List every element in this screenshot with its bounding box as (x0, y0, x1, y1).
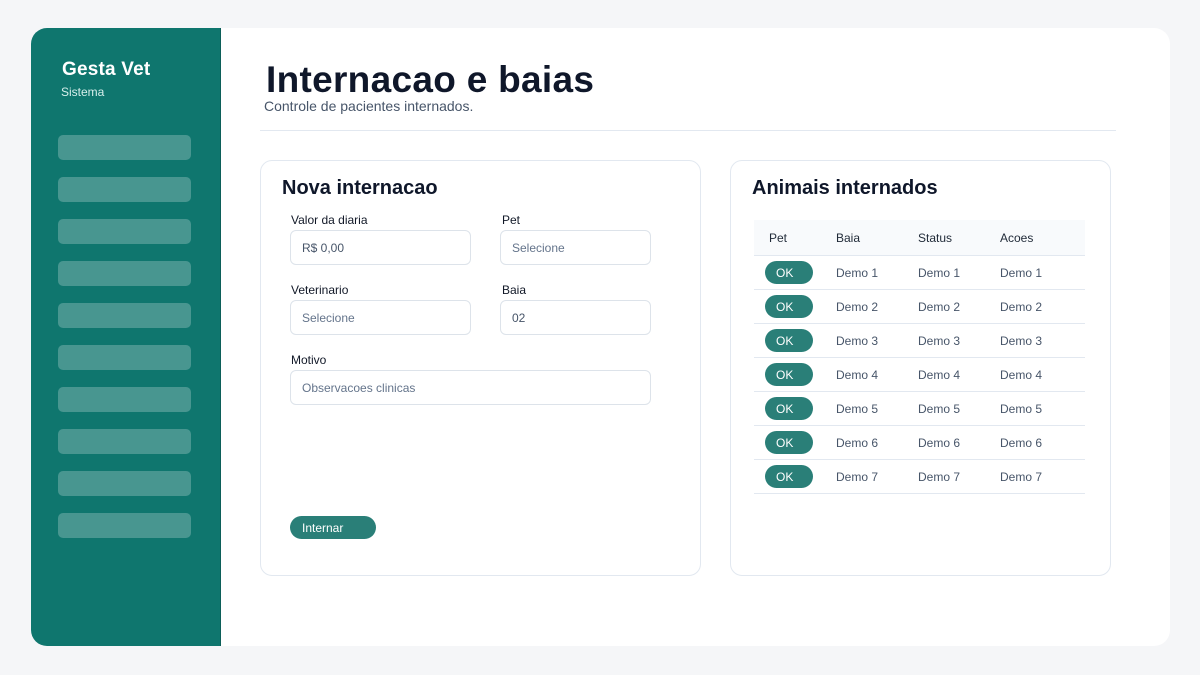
cell-baia: Demo 6 (836, 435, 879, 450)
baia-label: Baia (502, 283, 527, 297)
cell-acoes: Demo 7 (1000, 469, 1043, 484)
ok-button[interactable]: OK (765, 363, 813, 386)
col-header-baia: Baia (836, 230, 861, 245)
motivo-input[interactable] (290, 370, 651, 405)
ok-button[interactable]: OK (765, 261, 813, 284)
cell-pet: OK (754, 397, 836, 420)
valor-label: Valor da diaria (291, 213, 368, 227)
cell-pet: OK (754, 329, 836, 352)
internar-button[interactable]: Internar (290, 516, 376, 539)
veterinario-select[interactable] (290, 300, 471, 335)
table-row: OK Demo 4 Demo 4 Demo 4 (754, 358, 1085, 392)
app-window: Gesta Vet Sistema Internacao e baias Con… (31, 28, 1170, 646)
cell-status: Demo 6 (918, 435, 961, 450)
hospitalized-table: Pet Baia Status Acoes OK Demo 1 Demo 1 D… (754, 220, 1085, 494)
sidebar-divider (220, 28, 221, 646)
cell-baia: Demo 3 (836, 333, 879, 348)
sidebar-item-2[interactable] (58, 177, 191, 202)
brand-name: Gesta Vet (62, 59, 151, 80)
col-header-acoes: Acoes (1000, 230, 1034, 245)
form-title: Nova internacao (282, 177, 438, 199)
ok-button[interactable]: OK (765, 295, 813, 318)
pet-select[interactable] (500, 230, 651, 265)
ok-button[interactable]: OK (765, 431, 813, 454)
sidebar-item-8[interactable] (58, 429, 191, 454)
sidebar-item-10[interactable] (58, 513, 191, 538)
cell-status: Demo 4 (918, 367, 961, 382)
cell-pet: OK (754, 295, 836, 318)
cell-baia: Demo 7 (836, 469, 879, 484)
sidebar-nav (58, 135, 191, 555)
cell-baia: Demo 1 (836, 265, 879, 280)
cell-acoes: Demo 3 (1000, 333, 1043, 348)
sidebar-item-1[interactable] (58, 135, 191, 160)
valor-diaria-input[interactable] (290, 230, 471, 265)
vet-label: Veterinario (291, 283, 349, 297)
cell-acoes: Demo 2 (1000, 299, 1043, 314)
cell-status: Demo 3 (918, 333, 961, 348)
ok-button[interactable]: OK (765, 465, 813, 488)
cell-pet: OK (754, 261, 836, 284)
cell-status: Demo 2 (918, 299, 961, 314)
page-subtitle: Controle de pacientes internados. (264, 98, 474, 114)
table-row: OK Demo 6 Demo 6 Demo 6 (754, 426, 1085, 460)
cell-pet: OK (754, 465, 836, 488)
sidebar-item-5[interactable] (58, 303, 191, 328)
table-row: OK Demo 2 Demo 2 Demo 2 (754, 290, 1085, 324)
col-header-status: Status (918, 230, 953, 245)
cell-acoes: Demo 1 (1000, 265, 1043, 280)
cell-acoes: Demo 4 (1000, 367, 1043, 382)
table-row: OK Demo 3 Demo 3 Demo 3 (754, 324, 1085, 358)
cell-acoes: Demo 5 (1000, 401, 1043, 416)
header-divider (260, 130, 1116, 131)
table-title: Animais internados (752, 177, 938, 199)
brand-subtitle: Sistema (61, 85, 105, 99)
page-title: Internacao e baias (266, 59, 595, 100)
pet-label: Pet (502, 213, 521, 227)
table-row: OK Demo 5 Demo 5 Demo 5 (754, 392, 1085, 426)
hospitalized-list-card: Animais internados Pet Baia Status Acoes… (730, 160, 1111, 576)
cell-acoes: Demo 6 (1000, 435, 1043, 450)
cell-status: Demo 5 (918, 401, 961, 416)
sidebar-item-9[interactable] (58, 471, 191, 496)
cell-status: Demo 1 (918, 265, 961, 280)
cell-baia: Demo 2 (836, 299, 879, 314)
sidebar-item-3[interactable] (58, 219, 191, 244)
table-header: Pet Baia Status Acoes (754, 220, 1085, 256)
table-row: OK Demo 7 Demo 7 Demo 7 (754, 460, 1085, 494)
ok-button[interactable]: OK (765, 397, 813, 420)
table-row: OK Demo 1 Demo 1 Demo 1 (754, 256, 1085, 290)
admission-form-card: Nova internacao Valor da diaria Pet Vete… (260, 160, 701, 576)
baia-input[interactable] (500, 300, 651, 335)
cell-baia: Demo 5 (836, 401, 879, 416)
motivo-label: Motivo (291, 353, 327, 367)
cell-status: Demo 7 (918, 469, 961, 484)
ok-button[interactable]: OK (765, 329, 813, 352)
cell-pet: OK (754, 431, 836, 454)
col-header-pet: Pet (769, 230, 788, 245)
sidebar-item-7[interactable] (58, 387, 191, 412)
sidebar-item-6[interactable] (58, 345, 191, 370)
sidebar: Gesta Vet Sistema (31, 28, 220, 646)
sidebar-item-4[interactable] (58, 261, 191, 286)
cell-pet: OK (754, 363, 836, 386)
cell-baia: Demo 4 (836, 367, 879, 382)
